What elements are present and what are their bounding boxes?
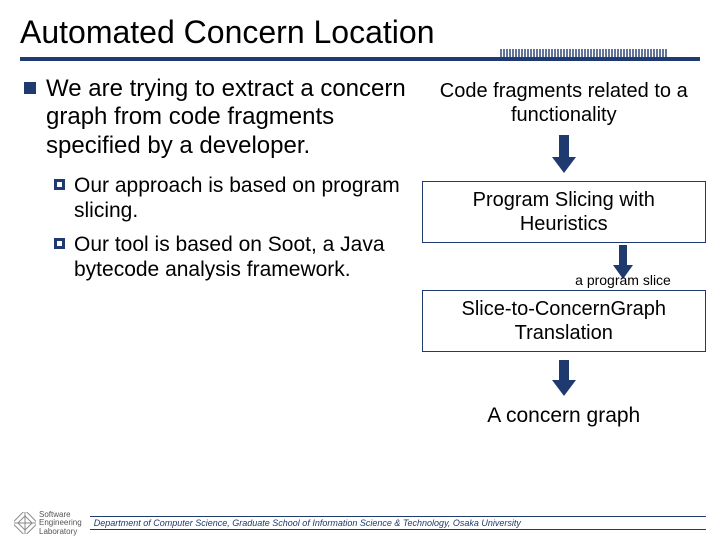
bullet1-text: We are trying to extract a concern graph… (46, 75, 414, 160)
bullet-level1: We are trying to extract a concern graph… (24, 75, 414, 160)
left-column: We are trying to extract a concern graph… (24, 75, 420, 428)
footer-affiliation: Department of Computer Science, Graduate… (90, 516, 706, 530)
flow-output-label: A concern graph (422, 404, 706, 428)
bullet-level2: Our tool is based on Soot, a Java byteco… (54, 229, 414, 283)
rule-decoration (500, 47, 700, 57)
sub-bullet-1: Our approach is based on program slicing… (74, 174, 414, 224)
flow-box-1: Program Slicing with Heuristics (422, 181, 706, 243)
footer: Software Engineering Laboratory Departme… (0, 511, 720, 536)
down-arrow-icon (422, 360, 706, 396)
hollow-square-icon (54, 174, 68, 199)
flow-box-2: Slice-to-ConcernGraph Translation (422, 290, 706, 352)
logo-icon (14, 512, 36, 534)
title-rule (0, 57, 720, 61)
logo-text: Software Engineering Laboratory (39, 511, 82, 536)
right-column: Code fragments related to a functionalit… (420, 75, 706, 428)
square-bullet-icon (24, 82, 38, 96)
hollow-square-icon (54, 233, 68, 258)
flow-input-label: Code fragments related to a functionalit… (422, 79, 706, 127)
sub-bullet-2: Our tool is based on Soot, a Java byteco… (74, 233, 414, 283)
bullet-level2: Our approach is based on program slicing… (54, 170, 414, 224)
flow-side-note: a program slice (575, 272, 706, 288)
down-arrow-icon (422, 135, 706, 173)
lab-logo: Software Engineering Laboratory (14, 511, 82, 536)
